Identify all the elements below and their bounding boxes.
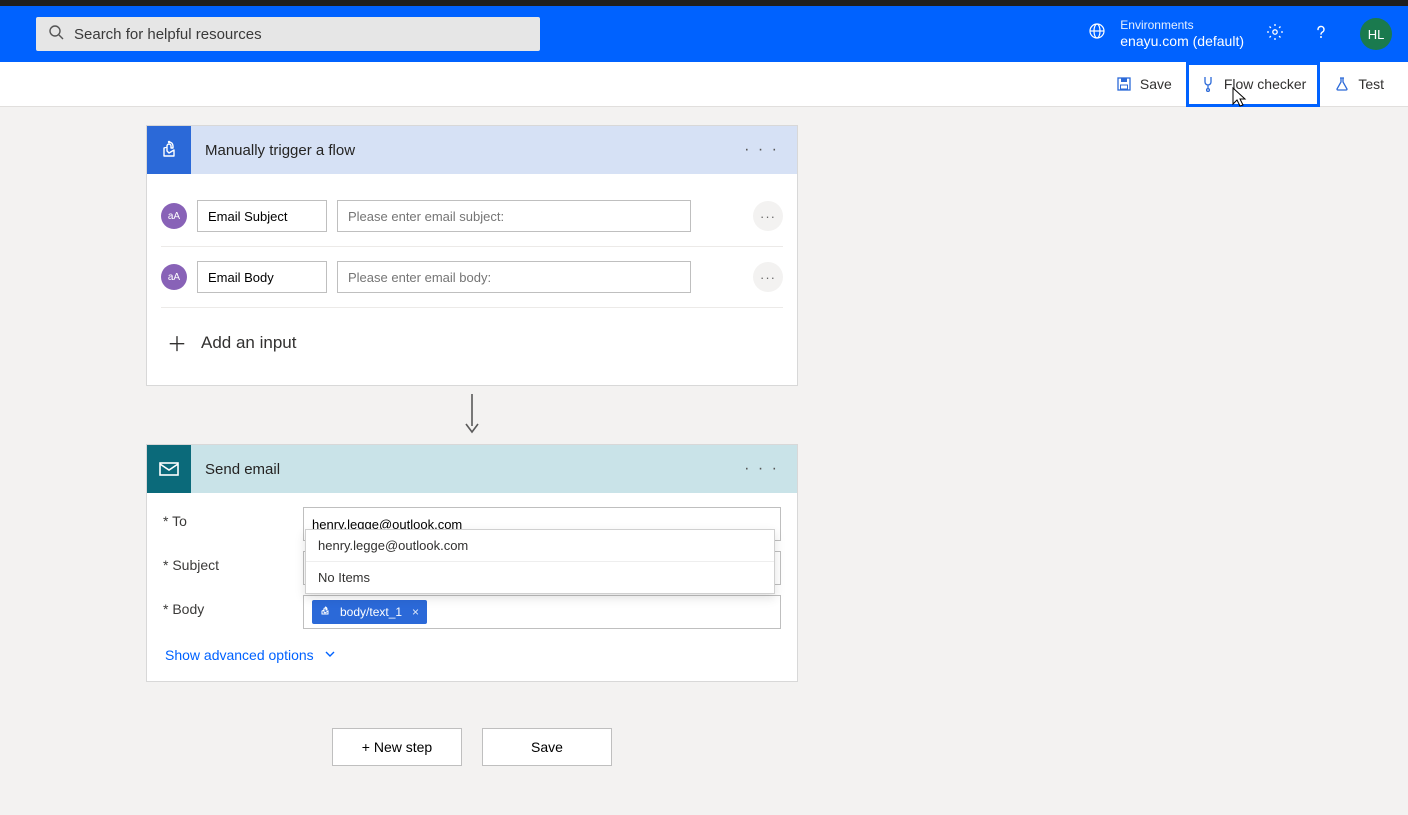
autocomplete-dropdown: henry.legge@outlook.com No Items xyxy=(305,529,775,594)
environment-label: Environments xyxy=(1120,19,1244,33)
trigger-input-row: aA ··· xyxy=(161,186,783,247)
trigger-icon xyxy=(147,126,191,174)
param-desc-input[interactable] xyxy=(337,200,691,232)
globe-icon xyxy=(1088,22,1106,45)
param-more-icon[interactable]: ··· xyxy=(753,262,783,292)
test-button[interactable]: Test xyxy=(1320,62,1398,107)
flow-checker-label: Flow checker xyxy=(1224,76,1306,92)
body-label: * Body xyxy=(163,595,303,617)
test-label: Test xyxy=(1358,76,1384,92)
body-input[interactable]: body/text_1 × xyxy=(303,595,781,629)
mail-icon xyxy=(147,445,191,493)
dropdown-no-items: No Items xyxy=(306,562,774,593)
help-icon[interactable] xyxy=(1306,23,1336,46)
trigger-title: Manually trigger a flow xyxy=(205,142,726,159)
dropdown-input-row[interactable]: henry.legge@outlook.com xyxy=(306,530,774,562)
environment-picker[interactable]: Environments enayu.com (default) xyxy=(1088,19,1244,49)
save-label: Save xyxy=(1140,76,1172,92)
text-param-icon: aA xyxy=(161,264,187,290)
dynamic-token[interactable]: body/text_1 × xyxy=(312,600,427,624)
bottom-button-row: + New step Save xyxy=(146,682,798,766)
connector-arrow xyxy=(146,386,798,444)
save-flow-button[interactable]: Save xyxy=(482,728,612,766)
token-remove-icon[interactable]: × xyxy=(412,605,419,619)
flow-canvas: Manually trigger a flow · · · aA ··· aA … xyxy=(0,107,1408,796)
token-trigger-icon xyxy=(316,603,334,621)
save-button[interactable]: Save xyxy=(1102,62,1186,107)
search-icon xyxy=(48,24,64,45)
param-desc-input[interactable] xyxy=(337,261,691,293)
action-menu-icon[interactable]: · · · xyxy=(726,460,797,478)
subject-label: * Subject xyxy=(163,551,303,573)
trigger-input-row: aA ··· xyxy=(161,247,783,308)
action-card: Send email · · · * To henry.legge@outloo… xyxy=(146,444,798,682)
flow-checker-button[interactable]: Flow checker xyxy=(1186,62,1320,107)
action-header[interactable]: Send email · · · xyxy=(147,445,797,493)
token-text: body/text_1 xyxy=(340,605,402,619)
param-more-icon[interactable]: ··· xyxy=(753,201,783,231)
text-param-icon: aA xyxy=(161,203,187,229)
new-step-button[interactable]: + New step xyxy=(332,728,462,766)
param-name-input[interactable] xyxy=(197,261,327,293)
settings-icon[interactable] xyxy=(1260,23,1290,46)
show-advanced-link[interactable]: Show advanced options xyxy=(163,639,781,667)
app-header: Environments enayu.com (default) HL xyxy=(0,6,1408,62)
chevron-down-icon xyxy=(324,647,336,663)
add-input-label: Add an input xyxy=(201,333,296,353)
environment-name: enayu.com (default) xyxy=(1120,33,1244,49)
param-name-input[interactable] xyxy=(197,200,327,232)
action-title: Send email xyxy=(205,461,726,478)
add-input-button[interactable]: ＋ Add an input xyxy=(161,308,783,379)
editor-toolbar: Save Flow checker Test xyxy=(0,62,1408,107)
search-input[interactable] xyxy=(74,26,528,43)
to-label: * To xyxy=(163,507,303,529)
user-avatar[interactable]: HL xyxy=(1360,18,1392,50)
advanced-label: Show advanced options xyxy=(165,647,314,663)
trigger-header[interactable]: Manually trigger a flow · · · xyxy=(147,126,797,174)
search-box[interactable] xyxy=(36,17,540,51)
plus-icon: ＋ xyxy=(167,328,187,357)
trigger-menu-icon[interactable]: · · · xyxy=(726,141,797,159)
trigger-card: Manually trigger a flow · · · aA ··· aA … xyxy=(146,125,798,386)
